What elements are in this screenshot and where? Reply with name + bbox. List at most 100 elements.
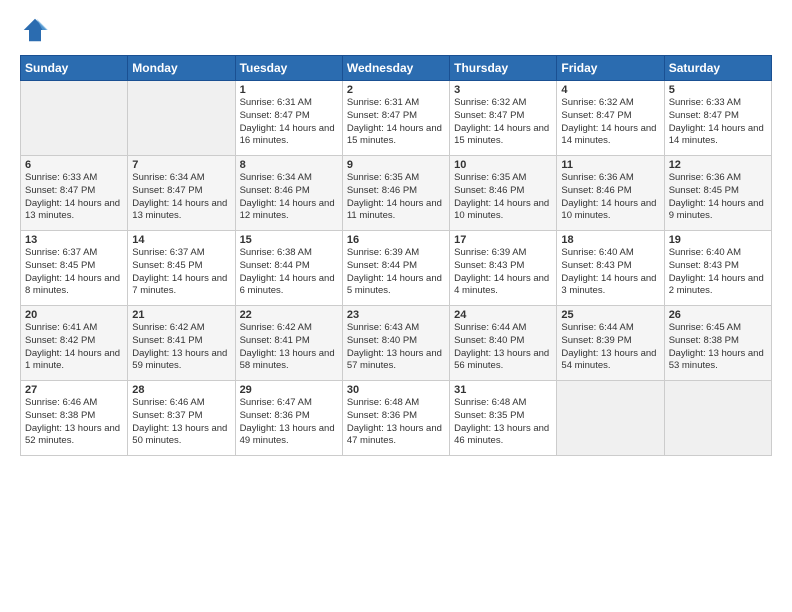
- calendar-week-row: 6Sunrise: 6:33 AM Sunset: 8:47 PM Daylig…: [21, 156, 772, 231]
- calendar-cell: 18Sunrise: 6:40 AM Sunset: 8:43 PM Dayli…: [557, 231, 664, 306]
- calendar-header-saturday: Saturday: [664, 56, 771, 81]
- day-content: Sunrise: 6:44 AM Sunset: 8:39 PM Dayligh…: [561, 322, 659, 373]
- calendar-cell: 27Sunrise: 6:46 AM Sunset: 8:38 PM Dayli…: [21, 381, 128, 456]
- day-content: Sunrise: 6:37 AM Sunset: 8:45 PM Dayligh…: [132, 247, 230, 298]
- calendar-cell: 20Sunrise: 6:41 AM Sunset: 8:42 PM Dayli…: [21, 306, 128, 381]
- calendar-cell: [21, 81, 128, 156]
- calendar-cell: 6Sunrise: 6:33 AM Sunset: 8:47 PM Daylig…: [21, 156, 128, 231]
- calendar-cell: 28Sunrise: 6:46 AM Sunset: 8:37 PM Dayli…: [128, 381, 235, 456]
- day-number: 28: [132, 384, 230, 396]
- day-content: Sunrise: 6:48 AM Sunset: 8:36 PM Dayligh…: [347, 397, 445, 448]
- logo: [20, 15, 54, 45]
- calendar-cell: 23Sunrise: 6:43 AM Sunset: 8:40 PM Dayli…: [342, 306, 449, 381]
- calendar-cell: 17Sunrise: 6:39 AM Sunset: 8:43 PM Dayli…: [450, 231, 557, 306]
- day-number: 7: [132, 159, 230, 171]
- calendar-cell: 12Sunrise: 6:36 AM Sunset: 8:45 PM Dayli…: [664, 156, 771, 231]
- day-number: 9: [347, 159, 445, 171]
- day-number: 12: [669, 159, 767, 171]
- calendar-header-thursday: Thursday: [450, 56, 557, 81]
- day-number: 25: [561, 309, 659, 321]
- calendar-cell: 19Sunrise: 6:40 AM Sunset: 8:43 PM Dayli…: [664, 231, 771, 306]
- day-number: 24: [454, 309, 552, 321]
- calendar-cell: 5Sunrise: 6:33 AM Sunset: 8:47 PM Daylig…: [664, 81, 771, 156]
- day-number: 3: [454, 84, 552, 96]
- day-content: Sunrise: 6:46 AM Sunset: 8:38 PM Dayligh…: [25, 397, 123, 448]
- logo-icon: [20, 15, 50, 45]
- calendar-cell: 29Sunrise: 6:47 AM Sunset: 8:36 PM Dayli…: [235, 381, 342, 456]
- day-number: 10: [454, 159, 552, 171]
- day-number: 14: [132, 234, 230, 246]
- calendar-table: SundayMondayTuesdayWednesdayThursdayFrid…: [20, 55, 772, 456]
- day-content: Sunrise: 6:37 AM Sunset: 8:45 PM Dayligh…: [25, 247, 123, 298]
- day-number: 16: [347, 234, 445, 246]
- day-number: 13: [25, 234, 123, 246]
- calendar-header-wednesday: Wednesday: [342, 56, 449, 81]
- day-content: Sunrise: 6:31 AM Sunset: 8:47 PM Dayligh…: [347, 97, 445, 148]
- day-content: Sunrise: 6:41 AM Sunset: 8:42 PM Dayligh…: [25, 322, 123, 373]
- day-number: 29: [240, 384, 338, 396]
- calendar-cell: 26Sunrise: 6:45 AM Sunset: 8:38 PM Dayli…: [664, 306, 771, 381]
- day-content: Sunrise: 6:36 AM Sunset: 8:45 PM Dayligh…: [669, 172, 767, 223]
- calendar-cell: 24Sunrise: 6:44 AM Sunset: 8:40 PM Dayli…: [450, 306, 557, 381]
- calendar-cell: 16Sunrise: 6:39 AM Sunset: 8:44 PM Dayli…: [342, 231, 449, 306]
- calendar-header-tuesday: Tuesday: [235, 56, 342, 81]
- page: SundayMondayTuesdayWednesdayThursdayFrid…: [0, 0, 792, 476]
- day-number: 21: [132, 309, 230, 321]
- calendar-header-friday: Friday: [557, 56, 664, 81]
- day-content: Sunrise: 6:36 AM Sunset: 8:46 PM Dayligh…: [561, 172, 659, 223]
- day-content: Sunrise: 6:43 AM Sunset: 8:40 PM Dayligh…: [347, 322, 445, 373]
- calendar-cell: 1Sunrise: 6:31 AM Sunset: 8:47 PM Daylig…: [235, 81, 342, 156]
- day-content: Sunrise: 6:48 AM Sunset: 8:35 PM Dayligh…: [454, 397, 552, 448]
- day-content: Sunrise: 6:46 AM Sunset: 8:37 PM Dayligh…: [132, 397, 230, 448]
- calendar-cell: 2Sunrise: 6:31 AM Sunset: 8:47 PM Daylig…: [342, 81, 449, 156]
- day-content: Sunrise: 6:32 AM Sunset: 8:47 PM Dayligh…: [561, 97, 659, 148]
- day-content: Sunrise: 6:44 AM Sunset: 8:40 PM Dayligh…: [454, 322, 552, 373]
- day-content: Sunrise: 6:34 AM Sunset: 8:46 PM Dayligh…: [240, 172, 338, 223]
- day-number: 31: [454, 384, 552, 396]
- day-content: Sunrise: 6:42 AM Sunset: 8:41 PM Dayligh…: [240, 322, 338, 373]
- day-number: 5: [669, 84, 767, 96]
- day-content: Sunrise: 6:39 AM Sunset: 8:44 PM Dayligh…: [347, 247, 445, 298]
- day-number: 8: [240, 159, 338, 171]
- calendar-cell: 4Sunrise: 6:32 AM Sunset: 8:47 PM Daylig…: [557, 81, 664, 156]
- day-number: 23: [347, 309, 445, 321]
- day-number: 6: [25, 159, 123, 171]
- calendar-cell: 9Sunrise: 6:35 AM Sunset: 8:46 PM Daylig…: [342, 156, 449, 231]
- calendar-week-row: 13Sunrise: 6:37 AM Sunset: 8:45 PM Dayli…: [21, 231, 772, 306]
- day-number: 15: [240, 234, 338, 246]
- day-content: Sunrise: 6:31 AM Sunset: 8:47 PM Dayligh…: [240, 97, 338, 148]
- calendar-cell: 31Sunrise: 6:48 AM Sunset: 8:35 PM Dayli…: [450, 381, 557, 456]
- day-content: Sunrise: 6:42 AM Sunset: 8:41 PM Dayligh…: [132, 322, 230, 373]
- calendar-cell: 22Sunrise: 6:42 AM Sunset: 8:41 PM Dayli…: [235, 306, 342, 381]
- day-number: 30: [347, 384, 445, 396]
- calendar-week-row: 1Sunrise: 6:31 AM Sunset: 8:47 PM Daylig…: [21, 81, 772, 156]
- calendar-cell: 14Sunrise: 6:37 AM Sunset: 8:45 PM Dayli…: [128, 231, 235, 306]
- day-number: 22: [240, 309, 338, 321]
- day-content: Sunrise: 6:33 AM Sunset: 8:47 PM Dayligh…: [25, 172, 123, 223]
- day-content: Sunrise: 6:40 AM Sunset: 8:43 PM Dayligh…: [561, 247, 659, 298]
- calendar-cell: [557, 381, 664, 456]
- day-content: Sunrise: 6:33 AM Sunset: 8:47 PM Dayligh…: [669, 97, 767, 148]
- calendar-cell: 30Sunrise: 6:48 AM Sunset: 8:36 PM Dayli…: [342, 381, 449, 456]
- calendar-cell: 25Sunrise: 6:44 AM Sunset: 8:39 PM Dayli…: [557, 306, 664, 381]
- calendar-cell: 11Sunrise: 6:36 AM Sunset: 8:46 PM Dayli…: [557, 156, 664, 231]
- day-number: 19: [669, 234, 767, 246]
- day-number: 26: [669, 309, 767, 321]
- day-content: Sunrise: 6:35 AM Sunset: 8:46 PM Dayligh…: [454, 172, 552, 223]
- day-number: 27: [25, 384, 123, 396]
- day-content: Sunrise: 6:40 AM Sunset: 8:43 PM Dayligh…: [669, 247, 767, 298]
- calendar-cell: 8Sunrise: 6:34 AM Sunset: 8:46 PM Daylig…: [235, 156, 342, 231]
- calendar-cell: 13Sunrise: 6:37 AM Sunset: 8:45 PM Dayli…: [21, 231, 128, 306]
- calendar-week-row: 27Sunrise: 6:46 AM Sunset: 8:38 PM Dayli…: [21, 381, 772, 456]
- day-content: Sunrise: 6:38 AM Sunset: 8:44 PM Dayligh…: [240, 247, 338, 298]
- calendar-cell: 10Sunrise: 6:35 AM Sunset: 8:46 PM Dayli…: [450, 156, 557, 231]
- day-number: 2: [347, 84, 445, 96]
- calendar-cell: [128, 81, 235, 156]
- day-content: Sunrise: 6:32 AM Sunset: 8:47 PM Dayligh…: [454, 97, 552, 148]
- day-content: Sunrise: 6:39 AM Sunset: 8:43 PM Dayligh…: [454, 247, 552, 298]
- day-number: 4: [561, 84, 659, 96]
- calendar-cell: 3Sunrise: 6:32 AM Sunset: 8:47 PM Daylig…: [450, 81, 557, 156]
- calendar-header-monday: Monday: [128, 56, 235, 81]
- calendar-week-row: 20Sunrise: 6:41 AM Sunset: 8:42 PM Dayli…: [21, 306, 772, 381]
- day-content: Sunrise: 6:34 AM Sunset: 8:47 PM Dayligh…: [132, 172, 230, 223]
